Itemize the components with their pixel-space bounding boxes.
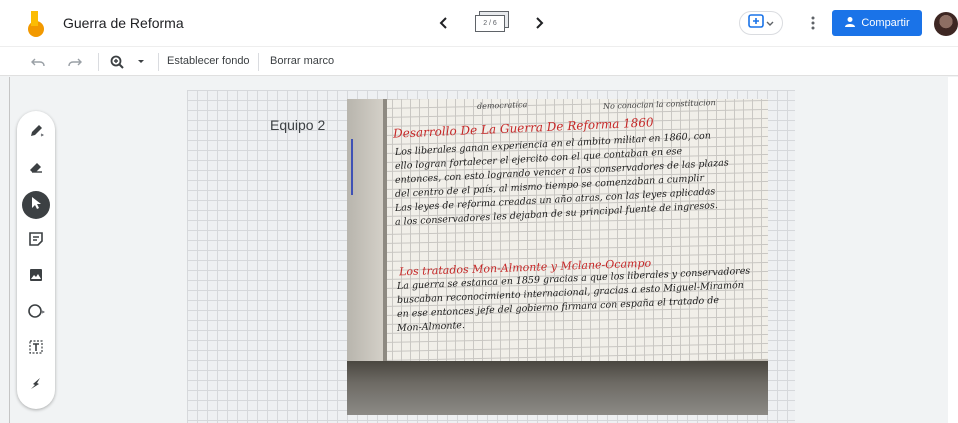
chevron-right-icon[interactable] bbox=[527, 9, 551, 37]
tool-panel bbox=[17, 111, 55, 409]
redo-icon[interactable] bbox=[66, 53, 84, 71]
image-icon bbox=[28, 267, 44, 288]
zoom-dropdown-icon[interactable] bbox=[132, 53, 150, 71]
notebook-binding bbox=[383, 99, 387, 367]
jamboard-logo[interactable] bbox=[26, 11, 46, 37]
laser-tool[interactable] bbox=[22, 371, 50, 399]
cursor-icon bbox=[30, 196, 42, 215]
set-background-button[interactable]: Establecer fondo bbox=[167, 55, 250, 67]
eraser-icon bbox=[28, 160, 44, 179]
text-box-icon bbox=[28, 339, 44, 360]
pen-icon bbox=[28, 123, 45, 144]
frame-bar-toggle[interactable]: 2 / 6 bbox=[469, 8, 517, 38]
toolbar-divider bbox=[158, 53, 159, 71]
sticky-note-icon bbox=[28, 231, 44, 252]
undo-icon[interactable] bbox=[29, 53, 47, 71]
vertical-scrollbar[interactable] bbox=[948, 77, 958, 423]
toolbar: Establecer fondo Borrar marco bbox=[0, 46, 958, 76]
laser-icon bbox=[28, 375, 44, 396]
add-frame-button[interactable] bbox=[739, 11, 783, 35]
select-tool[interactable] bbox=[22, 191, 50, 219]
chevron-left-icon[interactable] bbox=[432, 9, 456, 37]
notebook-margin-line bbox=[351, 139, 353, 195]
handwritten-top-left: democratica bbox=[476, 100, 528, 111]
avatar[interactable] bbox=[934, 12, 958, 36]
toolbar-divider bbox=[98, 53, 99, 71]
notebook-photo[interactable]: democratica No conocian la constitucion … bbox=[347, 99, 768, 415]
person-add-icon bbox=[844, 16, 856, 31]
clear-frame-button[interactable]: Borrar marco bbox=[270, 55, 334, 67]
share-label: Compartir bbox=[861, 17, 910, 29]
photo-background-surface bbox=[347, 361, 768, 415]
share-button[interactable]: Compartir bbox=[832, 10, 922, 36]
circle-icon bbox=[27, 303, 46, 324]
text-box-tool[interactable] bbox=[22, 335, 50, 363]
zoom-in-icon[interactable] bbox=[108, 53, 126, 71]
add-frame-icon bbox=[748, 13, 764, 33]
frame-indicator: 2 / 6 bbox=[475, 15, 505, 32]
workspace-border bbox=[9, 77, 10, 423]
top-bar: Guerra de Reforma 2 / 6 Compartir bbox=[0, 0, 958, 46]
more-vert-icon[interactable] bbox=[806, 13, 820, 33]
shape-tool[interactable] bbox=[22, 299, 50, 327]
pen-tool[interactable] bbox=[22, 119, 50, 147]
image-tool[interactable] bbox=[22, 263, 50, 291]
chevron-down-icon bbox=[766, 14, 774, 32]
sticky-note-tool[interactable] bbox=[22, 227, 50, 255]
eraser-tool[interactable] bbox=[22, 155, 50, 183]
team-label[interactable]: Equipo 2 bbox=[270, 117, 325, 133]
document-title[interactable]: Guerra de Reforma bbox=[63, 15, 184, 31]
toolbar-divider bbox=[258, 53, 259, 71]
